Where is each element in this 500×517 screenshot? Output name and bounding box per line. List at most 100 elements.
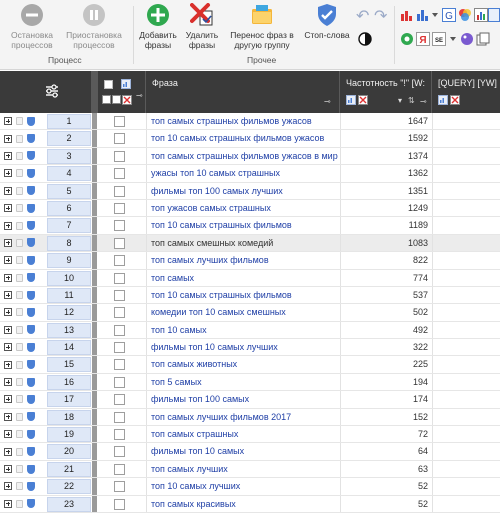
shield-icon[interactable] — [27, 307, 35, 317]
row-checkbox[interactable] — [114, 307, 125, 319]
expand-plus-icon[interactable] — [4, 256, 12, 265]
lock-icon[interactable] — [16, 482, 23, 491]
row-checkbox[interactable] — [114, 376, 125, 388]
bar-chart-red-icon[interactable] — [400, 8, 414, 22]
copy-icon[interactable] — [476, 32, 490, 46]
expand-plus-icon[interactable] — [4, 204, 12, 213]
lock-icon[interactable] — [16, 273, 23, 282]
row-checkbox[interactable] — [114, 498, 125, 510]
shield-icon[interactable] — [27, 342, 35, 352]
expand-plus-icon[interactable] — [4, 273, 12, 282]
row-phrase[interactable]: топ самых красивых — [146, 495, 340, 512]
pin-icon[interactable]: ⊸ — [324, 97, 331, 106]
header-phrase-column[interactable]: Фраза ⊸ — [146, 71, 340, 113]
column-clear-icon[interactable] — [358, 95, 368, 105]
table-row[interactable]: 13 топ 10 самых 492 — [0, 321, 500, 340]
table-row[interactable]: 22 топ 10 самых лучших 52 — [0, 478, 500, 496]
expand-plus-icon[interactable] — [4, 169, 12, 178]
row-checkbox[interactable] — [114, 481, 125, 493]
expand-plus-icon[interactable] — [4, 343, 12, 352]
header-query-column[interactable]: [QUERY] [YW] — [432, 71, 500, 113]
chevron-down-icon[interactable] — [430, 10, 440, 20]
expand-plus-icon[interactable] — [4, 186, 12, 195]
lock-icon[interactable] — [16, 169, 23, 178]
shield-icon[interactable] — [27, 134, 35, 144]
table-row[interactable]: 21 топ самых лучших 63 — [0, 460, 500, 479]
table-row[interactable]: 3 топ самых страшных фильмов ужасов в мир… — [0, 147, 500, 166]
row-phrase[interactable]: топ 10 самых страшных фильмов — [146, 217, 340, 234]
row-checkbox[interactable] — [114, 202, 125, 214]
row-checkbox[interactable] — [114, 185, 125, 197]
row-phrase[interactable]: топ самых страшных — [146, 426, 340, 443]
lock-icon[interactable] — [16, 360, 23, 369]
shield-icon[interactable] — [27, 238, 35, 248]
shield-icon[interactable] — [27, 203, 35, 213]
expand-plus-icon[interactable] — [4, 325, 12, 334]
column-chart-icon[interactable] — [438, 95, 448, 105]
table-row[interactable]: 8 топ самых смешных комедий 1083 — [0, 234, 500, 253]
expand-plus-icon[interactable] — [4, 221, 12, 230]
shield-icon[interactable] — [27, 168, 35, 178]
table-row[interactable]: 15 топ самых животных 225 — [0, 356, 500, 374]
contrast-icon[interactable] — [358, 32, 372, 46]
expand-plus-icon[interactable] — [4, 482, 12, 491]
table-row[interactable]: 16 топ 5 самых 194 — [0, 373, 500, 392]
shield-icon[interactable] — [27, 116, 35, 126]
row-checkbox[interactable] — [114, 394, 125, 406]
table-row[interactable]: 2 топ 10 самых страшных фильмов ужасов 159… — [0, 130, 500, 148]
row-checkbox[interactable] — [114, 116, 125, 127]
seo-icon[interactable]: SE — [432, 32, 446, 46]
lock-icon[interactable] — [16, 465, 23, 473]
row-checkbox[interactable] — [114, 289, 125, 301]
shield-icon[interactable] — [27, 481, 35, 491]
table-row[interactable]: 20 фильмы топ 10 самых 64 — [0, 443, 500, 461]
lock-icon[interactable] — [16, 395, 23, 404]
lock-icon[interactable] — [16, 117, 23, 126]
row-phrase[interactable]: топ 10 самых страшных фильмов ужасов — [146, 130, 340, 147]
table-row[interactable]: 4 ужасы топ 10 самых страшных 1362 — [0, 165, 500, 183]
shield-icon[interactable] — [27, 186, 35, 196]
move-phrases-button[interactable]: Перенос фраз в другую группу — [226, 3, 298, 50]
lock-icon[interactable] — [16, 378, 23, 387]
sort-desc-icon[interactable]: ▾ — [398, 96, 402, 105]
row-checkbox[interactable] — [114, 429, 125, 441]
yandex-icon[interactable]: Я — [416, 32, 430, 46]
expand-plus-icon[interactable] — [4, 134, 12, 143]
shield-icon[interactable] — [27, 464, 35, 474]
expand-plus-icon[interactable] — [4, 447, 12, 456]
shield-icon[interactable] — [27, 273, 35, 283]
table-row[interactable]: 1 топ самых страшных фильмов ужасов 1647 — [0, 113, 500, 131]
sort-icon[interactable]: ⇅ — [408, 96, 415, 105]
lock-icon[interactable] — [16, 221, 23, 230]
expand-plus-icon[interactable] — [4, 499, 12, 508]
header-frequency-column[interactable]: Частотность "!" [W: ▾ ⇅ ⊸ — [340, 71, 432, 113]
row-phrase[interactable]: комедии топ 10 самых смешных — [146, 304, 340, 321]
table-row[interactable]: 10 топ самых 774 — [0, 269, 500, 287]
pin-icon[interactable]: ⊸ — [136, 91, 143, 100]
shield-icon[interactable] — [27, 394, 35, 404]
table-row[interactable]: 9 топ самых лучших фильмов 822 — [0, 252, 500, 270]
expand-plus-icon[interactable] — [4, 430, 12, 439]
column-chart-icon[interactable] — [346, 95, 356, 105]
settings-sliders-icon[interactable] — [44, 83, 60, 99]
row-phrase[interactable]: топ ужасов самых страшных — [146, 199, 340, 217]
expand-plus-icon[interactable] — [4, 378, 12, 387]
lock-icon[interactable] — [16, 238, 23, 247]
column-clear-icon[interactable] — [450, 95, 460, 105]
lock-icon[interactable] — [16, 412, 23, 421]
table-row[interactable]: 7 топ 10 самых страшных фильмов 1189 — [0, 217, 500, 235]
expand-plus-icon[interactable] — [4, 360, 12, 369]
row-phrase[interactable]: топ 10 самых — [146, 321, 340, 339]
lock-icon[interactable] — [16, 186, 23, 195]
row-phrase[interactable]: топ самых животных — [146, 356, 340, 373]
row-checkbox[interactable] — [114, 237, 125, 249]
lock-icon[interactable] — [16, 499, 23, 508]
row-checkbox[interactable] — [114, 133, 125, 145]
row-checkbox[interactable] — [114, 324, 125, 336]
lock-icon[interactable] — [16, 325, 23, 334]
stop-processes-button[interactable]: Остановка процессов — [6, 3, 58, 50]
lock-icon[interactable] — [16, 447, 23, 456]
row-phrase[interactable]: фильмы топ 10 самых лучших — [146, 339, 340, 356]
record-icon[interactable] — [400, 32, 414, 46]
row-phrase[interactable]: топ 10 самых страшных фильмов — [146, 286, 340, 304]
